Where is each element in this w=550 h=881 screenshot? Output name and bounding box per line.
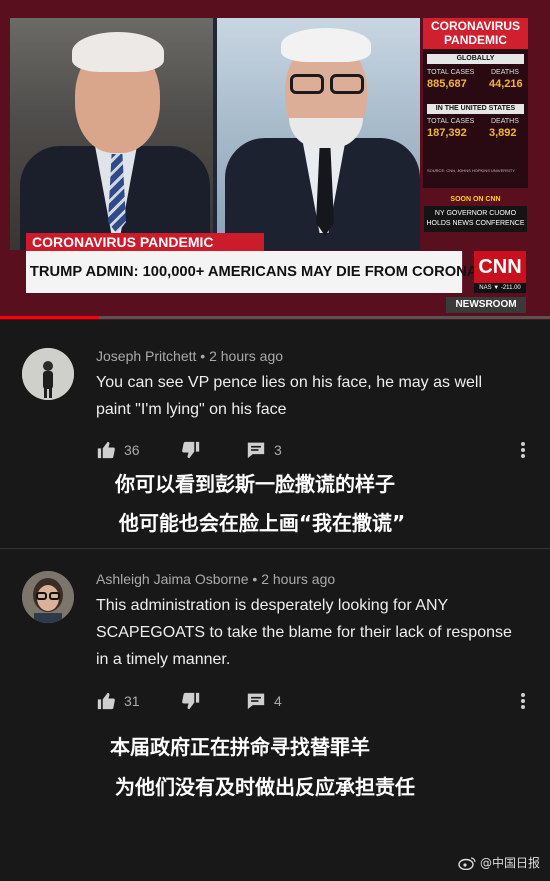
dislike-button[interactable] bbox=[181, 441, 201, 459]
watermark-text: @中国日报 bbox=[479, 856, 540, 870]
video-player[interactable]: CORONAVIRUS PANDEMIC GLOBALLY TOTAL CASE… bbox=[0, 0, 550, 320]
us-total-value: 187,392 bbox=[427, 127, 467, 139]
comment-actions: 31 4 bbox=[96, 692, 526, 712]
translation-line-1: 你可以看到彭斯一脸撒谎的样子 bbox=[115, 472, 395, 496]
thumbs-up-icon bbox=[97, 692, 115, 710]
video-progress-fill bbox=[0, 316, 99, 319]
globally-label: GLOBALLY bbox=[427, 54, 524, 64]
glasses-right-lens bbox=[330, 74, 364, 94]
translation-line-2: 为他们没有及时做出反应承担责任 bbox=[115, 775, 415, 799]
us-deaths-label: DEATHS bbox=[491, 118, 519, 125]
stats-source: SOURCE: CNN, JOHNS HOPKINS UNIVERSITY bbox=[427, 168, 516, 173]
banner-top: CORONAVIRUS PANDEMIC bbox=[26, 233, 264, 251]
reply-button[interactable]: 4 bbox=[246, 692, 282, 710]
reply-icon bbox=[247, 693, 265, 710]
thumbs-down-icon bbox=[182, 692, 200, 710]
left-speaker-hair bbox=[72, 32, 164, 72]
like-count: 36 bbox=[124, 442, 140, 458]
stats-title-line2: PANDEMIC bbox=[443, 33, 508, 47]
right-speaker-panel bbox=[217, 18, 420, 250]
cnn-logo: CNN bbox=[474, 251, 526, 283]
soon-line1: NY GOVERNOR CUOMO bbox=[434, 210, 517, 217]
global-deaths-value: 44,216 bbox=[489, 78, 523, 90]
like-count: 31 bbox=[124, 693, 140, 709]
left-speaker-panel bbox=[10, 18, 213, 250]
us-label: IN THE UNITED STATES bbox=[427, 104, 524, 114]
more-vert-icon bbox=[521, 442, 525, 458]
video-progress-bar[interactable] bbox=[0, 316, 550, 319]
watermark: @中国日报 bbox=[458, 854, 540, 871]
comment-time: • 2 hours ago bbox=[252, 571, 336, 587]
comment-author-line: Ashleigh Jaima Osborne • 2 hours ago bbox=[96, 571, 335, 587]
comment-author-line: Joseph Pritchett • 2 hours ago bbox=[96, 348, 283, 364]
glasses-left-lens bbox=[290, 74, 324, 94]
comment-actions: 36 3 bbox=[96, 441, 526, 461]
weibo-icon bbox=[458, 856, 476, 870]
stats-panel: CORONAVIRUS PANDEMIC GLOBALLY TOTAL CASE… bbox=[423, 18, 528, 188]
stock-ticker: NAS ▼ -211.00 bbox=[474, 283, 526, 293]
like-button[interactable]: 31 bbox=[96, 692, 140, 710]
reply-count: 4 bbox=[274, 693, 282, 709]
comment-2: Ashleigh Jaima Osborne • 2 hours ago Thi… bbox=[0, 549, 550, 809]
reply-icon bbox=[247, 442, 265, 459]
video-frame bbox=[10, 18, 420, 250]
soon-on-cnn: SOON ON CNN NY GOVERNOR CUOMO HOLDS NEWS… bbox=[424, 196, 527, 232]
comment-1: Joseph Pritchett • 2 hours ago You can s… bbox=[0, 320, 550, 548]
comment-time: • 2 hours ago bbox=[200, 348, 284, 364]
right-speaker-hair bbox=[281, 28, 371, 62]
soon-line2: HOLDS NEWS CONFERENCE bbox=[426, 220, 525, 227]
more-options-button[interactable] bbox=[520, 692, 526, 714]
thumbs-down-icon bbox=[182, 441, 200, 459]
translation-line-1: 本届政府正在拼命寻找替罪羊 bbox=[110, 735, 370, 759]
us-deaths-value: 3,892 bbox=[489, 127, 517, 139]
us-total-label: TOTAL CASES bbox=[427, 118, 475, 125]
author-name[interactable]: Joseph Pritchett bbox=[96, 348, 196, 364]
reply-count: 3 bbox=[274, 442, 282, 458]
avatar-image bbox=[22, 571, 74, 623]
avatar-image bbox=[22, 348, 74, 400]
dislike-button[interactable] bbox=[181, 692, 201, 710]
like-button[interactable]: 36 bbox=[96, 441, 140, 459]
soon-body: NY GOVERNOR CUOMO HOLDS NEWS CONFERENCE bbox=[424, 206, 527, 232]
global-deaths-label: DEATHS bbox=[491, 69, 519, 76]
global-total-value: 885,687 bbox=[427, 78, 467, 90]
more-options-button[interactable] bbox=[520, 441, 526, 463]
thumbs-up-icon bbox=[97, 441, 115, 459]
global-total-label: TOTAL CASES bbox=[427, 69, 475, 76]
stats-title: CORONAVIRUS PANDEMIC bbox=[423, 18, 528, 49]
avatar[interactable] bbox=[22, 348, 74, 400]
reply-button[interactable]: 3 bbox=[246, 441, 282, 459]
comment-text: This administration is desperately looki… bbox=[96, 597, 512, 668]
avatar[interactable] bbox=[22, 571, 74, 623]
translation-line-2: 他可能也会在脸上画“我在撒谎” bbox=[118, 511, 406, 535]
more-vert-icon bbox=[521, 693, 525, 709]
stats-title-line1: CORONAVIRUS bbox=[430, 19, 521, 33]
author-name[interactable]: Ashleigh Jaima Osborne bbox=[96, 571, 249, 587]
show-name: NEWSROOM bbox=[446, 297, 526, 313]
banner-headline: TRUMP ADMIN: 100,000+ AMERICANS MAY DIE … bbox=[26, 251, 521, 293]
comment-text: You can see VP pence lies on his face, h… bbox=[96, 374, 483, 418]
soon-label: SOON ON CNN bbox=[450, 196, 501, 203]
